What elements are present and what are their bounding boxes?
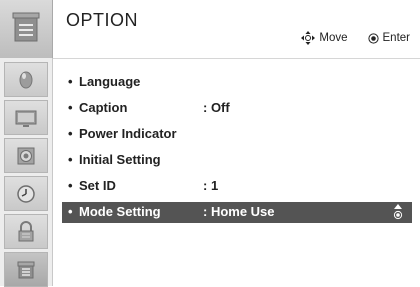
menu-item-label: Mode Setting (79, 204, 161, 219)
option-category-box (0, 0, 53, 58)
sidebar-item-screen[interactable] (4, 100, 48, 135)
move-label: Move (319, 32, 348, 44)
menu-item-label: Caption (79, 100, 128, 115)
sidebar-item-time[interactable] (4, 176, 48, 211)
menu-item-value: : Home Use (203, 204, 275, 219)
clock-icon (17, 184, 35, 203)
sidebar-item-audio[interactable] (4, 138, 48, 173)
move-arrows-icon (301, 31, 316, 45)
menu-item-mode-setting[interactable]: • Mode Setting : Home Use (62, 202, 412, 223)
sidebar-item-lock[interactable] (4, 214, 48, 249)
audio-icon (17, 147, 35, 164)
bullet: • (68, 126, 73, 141)
bullet: • (68, 204, 73, 219)
bullet: • (68, 100, 73, 115)
menu-item-language[interactable]: • Language (62, 72, 412, 93)
enter-button-icon (367, 32, 379, 44)
menu-header: OPTION Move Enter (0, 0, 420, 59)
menu-item-value: : 1 (203, 178, 219, 193)
menu-item-set-id[interactable]: • Set ID : 1 (62, 176, 412, 197)
menu-item-power-indicator[interactable]: • Power Indicator (62, 124, 412, 145)
option-menu-window: OPTION Move Enter • Language • Caption:… (0, 0, 420, 287)
up-down-icon (393, 204, 403, 220)
enter-label: Enter (382, 32, 411, 44)
bullet: • (68, 74, 73, 89)
menu-item-label: Initial Setting (79, 152, 161, 167)
option-icon (17, 261, 35, 278)
sidebar-item-option[interactable] (4, 252, 48, 287)
navigation-hint: Move Enter (301, 31, 410, 45)
menu-item-value: : Off (203, 100, 230, 115)
page-title: OPTION (66, 10, 139, 30)
screen-icon (15, 110, 37, 127)
menu-item-initial-setting[interactable]: • Initial Setting (62, 150, 412, 171)
picture-icon (19, 71, 33, 88)
bullet: • (68, 152, 73, 167)
menu-item-label: Power Indicator (79, 126, 177, 141)
bullet: • (68, 178, 73, 193)
lock-icon (18, 220, 34, 241)
menu-item-label: Language (79, 74, 141, 89)
category-sidebar (0, 58, 53, 287)
option-icon (12, 12, 40, 42)
menu-item-label: Set ID (79, 178, 116, 193)
menu-item-caption[interactable]: • Caption : Off (62, 98, 412, 119)
sidebar-item-picture[interactable] (4, 62, 48, 97)
